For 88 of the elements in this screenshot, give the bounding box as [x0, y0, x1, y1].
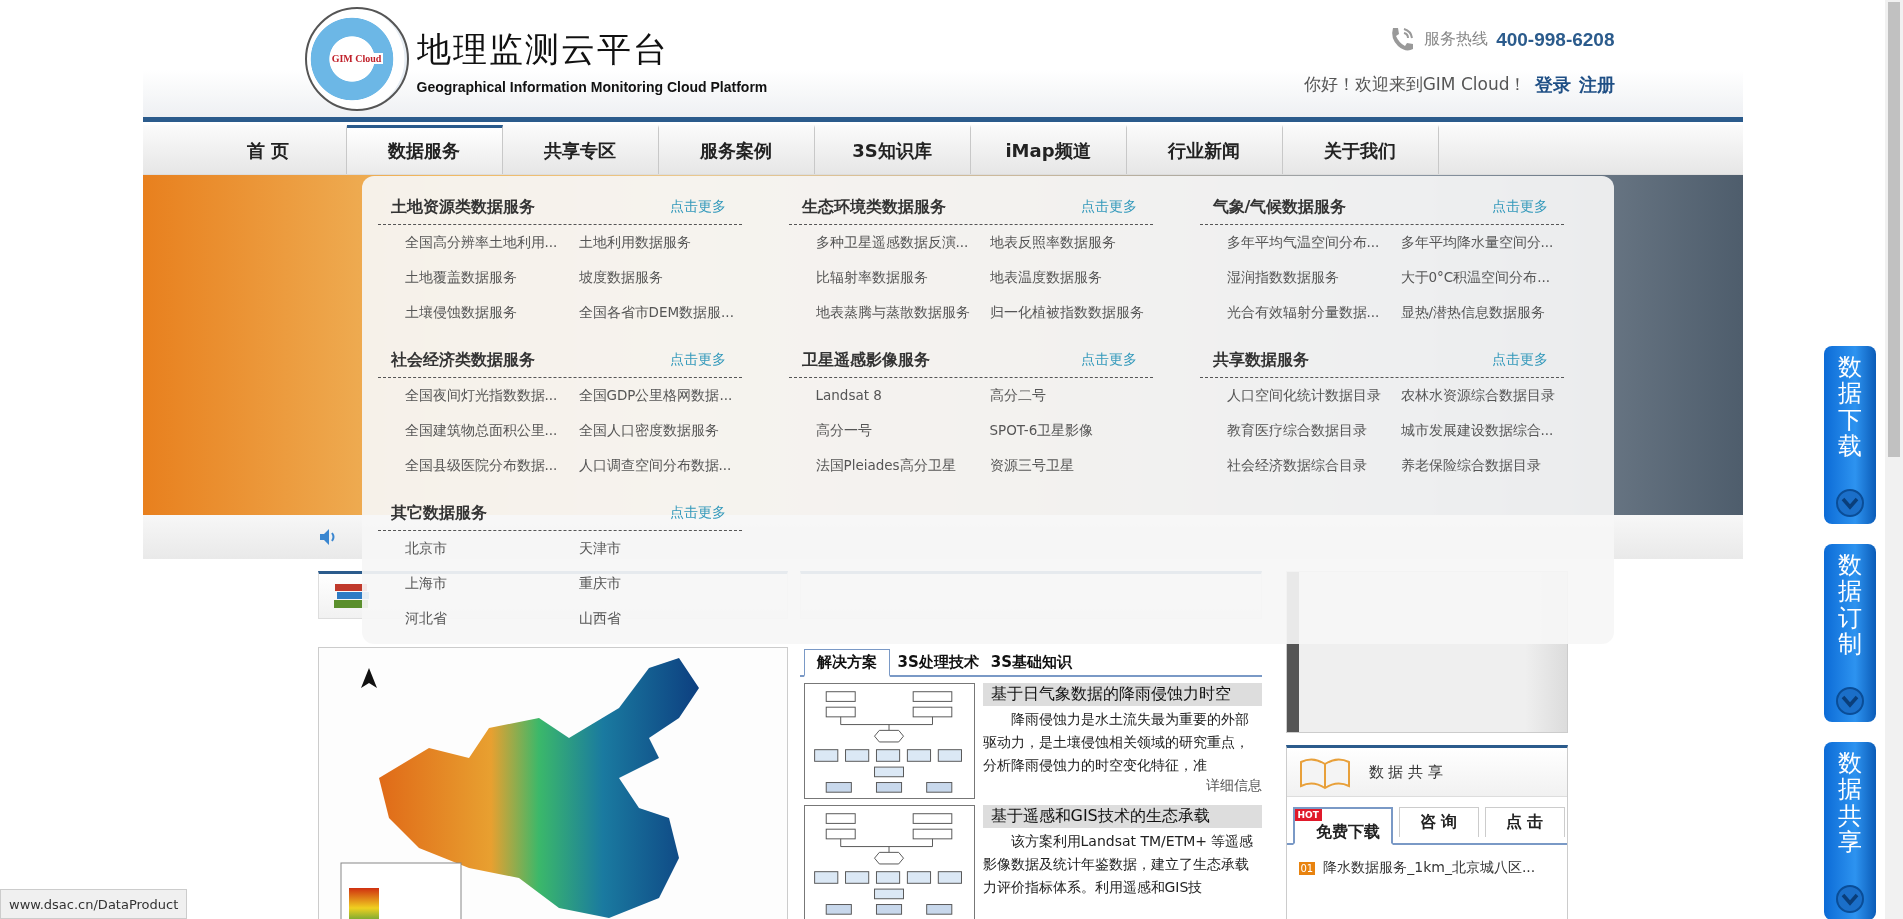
menu-item[interactable]: 养老保险综合数据目录: [1400, 448, 1575, 483]
menu-item[interactable]: 地表温度数据服务: [989, 260, 1164, 295]
article-summary: 降雨侵蚀力是水土流失最为重要的外部驱动力，是土壤侵蚀相关领域的研究重点，分析降雨侵蚀力的时空变化特征，准: [982, 710, 1250, 775]
menu-item[interactable]: 全国县级医院分布数据...: [404, 448, 579, 483]
menu-item[interactable]: 全国高分辨率土地利用...: [404, 225, 579, 260]
menu-item[interactable]: 大于0°C积温空间分布...: [1400, 260, 1575, 295]
menu-item[interactable]: 比辐射率数据服务: [815, 260, 990, 295]
menu-item[interactable]: 人口调查空间分布数据...: [578, 448, 753, 483]
down-chevron-icon: [1835, 686, 1865, 716]
menu-item[interactable]: 北京市: [404, 531, 579, 566]
login-link[interactable]: 登录: [1534, 72, 1571, 97]
nav-item[interactable]: 3S知识库: [814, 125, 971, 174]
menu-item[interactable]: 坡度数据服务: [578, 260, 753, 295]
menu-item[interactable]: 法国Pleiades高分卫星: [815, 448, 990, 483]
nav-item[interactable]: 共享专区: [502, 125, 659, 174]
nav-item[interactable]: iMap频道: [970, 125, 1127, 174]
category-title: 社会经济类数据服务: [390, 349, 535, 371]
menu-item[interactable]: 土地利用数据服务: [578, 225, 753, 260]
details-link[interactable]: 详细信息: [1205, 777, 1262, 795]
rank-badge: 01: [1298, 861, 1316, 875]
menu-item[interactable]: 社会经济数据综合目录: [1226, 448, 1401, 483]
menu-item[interactable]: 多年平均气温空间分布...: [1226, 225, 1401, 260]
welcome-text: 你好！欢迎来到GIM Cloud！: [1303, 73, 1527, 96]
menu-item[interactable]: 多种卫星遥感数据反演...: [815, 225, 990, 260]
menu-item[interactable]: 显热/潜热信息数据服务: [1400, 295, 1575, 330]
article-title: 基于遥感和GIS技术的生态承载: [982, 805, 1262, 828]
menu-item[interactable]: 高分二号: [989, 378, 1164, 413]
logo-text: GIM Cloud: [329, 53, 384, 64]
menu-item[interactable]: 全国夜间灯光指数数据...: [404, 378, 579, 413]
menu-item[interactable]: 高分一号: [815, 413, 990, 448]
hotline-number: 400-998-6208: [1496, 28, 1615, 51]
menu-item[interactable]: 光合有效辐射分量数据...: [1226, 295, 1401, 330]
category-title: 卫星遥感影像服务: [801, 349, 930, 371]
tab[interactable]: 点 击: [1484, 807, 1565, 837]
category-title: 共享数据服务: [1212, 349, 1309, 371]
category-title: 土地资源类数据服务: [390, 196, 535, 218]
down-chevron-icon: [1835, 884, 1865, 914]
menu-item[interactable]: 全国GDP公里格网数据...: [578, 378, 753, 413]
menu-item[interactable]: 多年平均降水量空间分...: [1400, 225, 1575, 260]
menu-item[interactable]: 地表反照率数据服务: [989, 225, 1164, 260]
menu-item[interactable]: 天津市: [578, 531, 753, 566]
hot-badge: HOT: [1294, 809, 1322, 821]
menu-item[interactable]: 河北省: [404, 601, 579, 636]
site-subtitle: Geographical Information Monitoring Cloud Platform: [416, 78, 768, 95]
menu-item[interactable]: 湿润指数数据服务: [1226, 260, 1401, 295]
nav-item[interactable]: 首 页: [190, 125, 347, 174]
tab[interactable]: 解决方案: [803, 649, 890, 677]
menu-item[interactable]: 山西省: [578, 601, 753, 636]
register-link[interactable]: 注册: [1578, 72, 1615, 97]
side-button[interactable]: 数据订制: [1824, 544, 1876, 722]
menu-item[interactable]: 土壤侵蚀数据服务: [404, 295, 579, 330]
nav-item[interactable]: 关于我们: [1282, 125, 1439, 174]
nav-item[interactable]: 数据服务: [346, 125, 503, 174]
menu-item[interactable]: SPOT-6卫星影像: [989, 413, 1164, 448]
category-title: 生态环境类数据服务: [801, 196, 946, 218]
menu-item[interactable]: 归一化植被指数数据服务: [989, 295, 1164, 330]
tab[interactable]: 3S基础知识: [986, 650, 1076, 675]
menu-item[interactable]: 教育医疗综合数据目录: [1226, 413, 1401, 448]
side-button[interactable]: 数据共享: [1824, 742, 1876, 919]
article-title: 基于日气象数据的降雨侵蚀力时空: [982, 683, 1262, 706]
nav-item[interactable]: 服务案例: [658, 125, 815, 174]
menu-item[interactable]: 农林水资源综合数据目录: [1400, 378, 1575, 413]
tab[interactable]: 咨 询: [1398, 807, 1479, 837]
hotline-label: 服务热线: [1424, 29, 1489, 50]
menu-item[interactable]: 土地覆盖数据服务: [404, 260, 579, 295]
menu-item[interactable]: 城市发展建设数据综合...: [1400, 413, 1575, 448]
side-button[interactable]: 数据下载: [1824, 346, 1876, 524]
tab[interactable]: 3S处理技术: [893, 650, 983, 675]
menu-item[interactable]: 人口空间化统计数据目录: [1226, 378, 1401, 413]
tab[interactable]: HOT 免费下载: [1292, 807, 1393, 845]
download-link[interactable]: 降水数据服务_1km_北京城八区...: [1323, 859, 1536, 877]
menu-item[interactable]: 资源三号卫星: [989, 448, 1164, 483]
nav-item[interactable]: 行业新闻: [1126, 125, 1283, 174]
site-title: 地理监测云平台: [416, 27, 670, 71]
status-url: www.dsac.cn/DataProduct: [0, 889, 188, 919]
menu-item[interactable]: 全国各省市DEM数据服...: [578, 295, 753, 330]
menu-item[interactable]: 上海市: [404, 566, 579, 601]
menu-item[interactable]: Landsat 8: [815, 378, 990, 413]
category-title: 气象/气候数据服务: [1212, 196, 1347, 218]
menu-item[interactable]: 地表蒸腾与蒸散数据服务: [815, 295, 990, 330]
menu-item[interactable]: 重庆市: [578, 566, 753, 601]
category-title: 其它数据服务: [390, 502, 487, 524]
menu-item[interactable]: 全国人口密度数据服务: [578, 413, 753, 448]
scrollbar[interactable]: [1885, 0, 1903, 919]
down-chevron-icon: [1835, 488, 1865, 518]
panel-title: 数 据 共 享: [1368, 762, 1443, 782]
article-summary: 该方案利用Landsat TM/ETM+ 等遥感影像数据及统计年鉴数据，建立了生态承载力评价指标体系。利用遥感和GIS技: [982, 832, 1255, 897]
menu-item[interactable]: 全国建筑物总面积公里...: [404, 413, 579, 448]
